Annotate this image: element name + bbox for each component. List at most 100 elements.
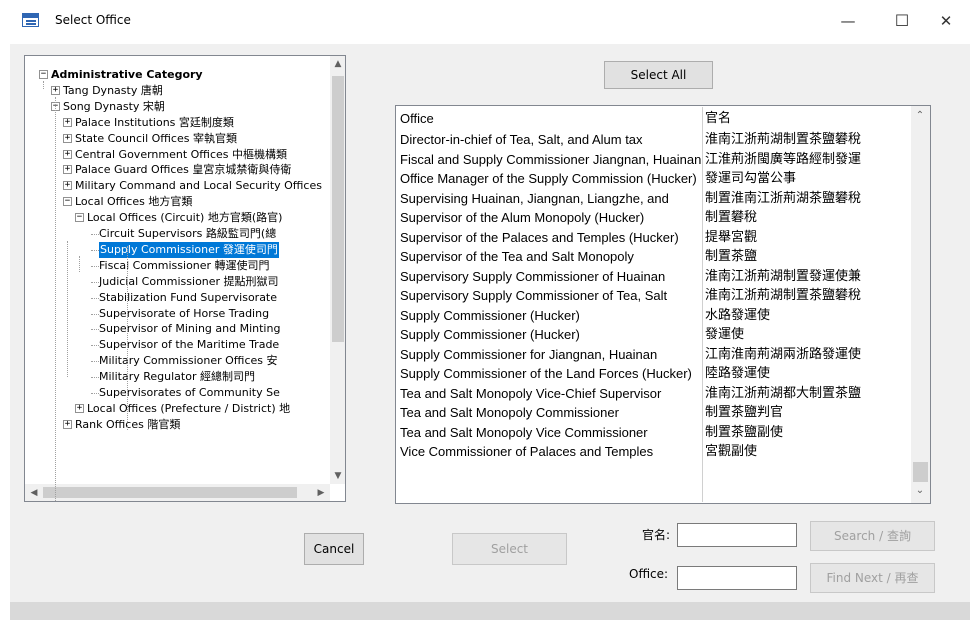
tree-item-label: Local Offices (Prefecture / District) 地 (87, 401, 291, 415)
office-cell: Office Manager of the Supply Commission … (400, 171, 697, 186)
scroll-right-icon[interactable]: ▶ (313, 485, 329, 501)
title-bar: Select Office — ☐ ✕ (0, 0, 970, 44)
list-scroll-thumb[interactable] (913, 462, 928, 482)
office-cell: Supervisor of the Tea and Salt Monopoly (400, 249, 634, 264)
list-row[interactable]: Supply Commissioner (Hucker) 發運使 (400, 325, 910, 344)
column-header-office[interactable]: Office (400, 109, 434, 129)
list-row[interactable]: Supervising Huainan, Jiangnan, Liangzhe,… (400, 189, 910, 208)
tree-item-label: Military Commissioner Offices 安 (99, 354, 278, 368)
guanming-cell: 發運司勾當公事 (705, 171, 797, 186)
window-title: Select Office (55, 13, 131, 27)
guanming-cell: 發運使 (705, 327, 745, 342)
scroll-down-icon[interactable]: ▼ (330, 468, 345, 484)
expand-icon[interactable]: + (63, 133, 72, 143)
scroll-up-icon[interactable]: ⌃ (912, 108, 928, 124)
office-cell: Supervisory Supply Commissioner of Tea, … (400, 288, 668, 303)
guanming-cell: 水路發運使 (705, 307, 771, 323)
search-button[interactable]: Search / 查詢 (810, 521, 935, 551)
tree-item-label: Fiscal Commissioner 轉運使司門 (99, 258, 270, 272)
tree-item-label: State Council Offices 宰執官類 (75, 131, 237, 145)
maximize-button[interactable]: ☐ (882, 6, 922, 36)
cancel-button[interactable]: Cancel (304, 533, 364, 565)
scroll-up-icon[interactable]: ▲ (330, 56, 345, 72)
list-row[interactable]: Vice Commissioner of Palaces and Temples… (400, 442, 910, 461)
expand-icon[interactable]: + (63, 165, 72, 175)
tree-hscroll-thumb[interactable] (43, 487, 297, 498)
expand-icon[interactable]: + (51, 85, 60, 95)
column-header-guanming[interactable]: 官名 (705, 109, 731, 129)
office-list[interactable]: Office 官名 ⌃ ⌄ Director-in-chief of Tea, … (395, 105, 931, 504)
tree-item-label: Local Offices (Circuit) 地方官類(路官) (87, 211, 283, 225)
guanming-cell: 制置礬稅 (705, 210, 758, 225)
scroll-left-icon[interactable]: ◀ (26, 485, 42, 501)
list-row[interactable]: Tea and Salt Monopoly Vice-Chief Supervi… (400, 384, 910, 403)
guanming-cell: 制置淮南江浙荊湖茶鹽礬稅 (705, 190, 862, 206)
office-cell: Supervisor of the Palaces and Temples (H… (400, 229, 679, 245)
form-icon (22, 13, 39, 27)
list-row[interactable]: Fiscal and Supply Commissioner Jiangnan,… (400, 150, 910, 169)
tree-item-label: Central Government Offices 中樞機構類 (75, 147, 287, 161)
list-row[interactable]: Director-in-chief of Tea, Salt, and Alum… (400, 130, 910, 149)
select-button[interactable]: Select (452, 533, 567, 565)
tree-item-label: Judicial Commissioner 提點刑獄司 (99, 274, 279, 288)
expand-icon[interactable]: + (63, 149, 72, 159)
list-row[interactable]: Supervisory Supply Commissioner of Tea, … (400, 286, 910, 305)
tree-item-label: Military Regulator 經總制司門 (99, 370, 255, 384)
guanming-cell: 淮南江浙荊湖都大制置茶鹽 (705, 385, 862, 401)
find-next-button[interactable]: Find Next / 再查 (810, 563, 935, 593)
office-field[interactable] (677, 566, 797, 590)
list-row[interactable]: Tea and Salt Monopoly Commissioner 制置茶鹽判官 (400, 403, 910, 422)
collapse-icon[interactable]: − (63, 197, 72, 207)
tree-item-label: Administrative Category (51, 68, 203, 81)
tree-scroll-thumb[interactable] (332, 76, 344, 342)
guanming-cell: 江南淮南荊湖兩浙路發運使 (705, 346, 862, 362)
expand-icon[interactable]: + (75, 403, 84, 413)
guanming-cell: 制置茶鹽 (705, 249, 758, 264)
list-row[interactable]: Supply Commissioner of the Land Forces (… (400, 364, 910, 383)
expand-icon[interactable]: + (63, 117, 72, 127)
office-cell: Fiscal and Supply Commissioner Jiangnan,… (400, 151, 702, 167)
category-tree[interactable]: ▲ ▼ ◀ ▶ − Administrative Category + Tang Dy… (24, 55, 346, 502)
minimize-button[interactable]: — (828, 6, 868, 36)
office-cell: Supervisor of the Alum Monopoly (Hucker) (400, 210, 645, 225)
tree-vertical-scrollbar[interactable]: ▲ ▼ (330, 56, 345, 484)
guanming-cell: 淮南江浙荊湖制置發運使兼 (705, 268, 862, 284)
guanming-field[interactable] (677, 523, 797, 547)
tree-item-label: Palace Guard Offices 皇宮京城禁衛與侍衛 (75, 163, 292, 177)
office-cell: Vice Commissioner of Palaces and Temples (400, 444, 654, 459)
tree-item-label: Supervisorate of Horse Trading (99, 306, 270, 320)
list-scrollbar[interactable]: ⌃ ⌄ (911, 106, 930, 503)
list-row[interactable]: Tea and Salt Monopoly Vice Commissioner 制… (400, 423, 910, 442)
office-cell: Supervising Huainan, Jiangnan, Liangzhe,… (400, 190, 669, 206)
status-strip (10, 602, 970, 620)
guanming-cell: 淮南江浙荊湖制置茶鹽礬稅 (705, 132, 862, 147)
list-row[interactable]: Supervisor of the Palaces and Temples (H… (400, 228, 910, 247)
office-cell: Tea and Salt Monopoly Vice Commissioner (400, 424, 648, 440)
guanming-cell: 陸路發運使 (705, 366, 771, 381)
tree-item-label: Circuit Supervisors 路級監司門(總 (99, 227, 277, 240)
scroll-down-icon[interactable]: ⌄ (912, 483, 928, 499)
guanming-cell: 制置茶鹽副使 (705, 424, 784, 440)
tree-horizontal-scrollbar[interactable]: ◀ ▶ (25, 484, 330, 501)
select-all-button[interactable]: Select All (604, 61, 713, 89)
list-row[interactable]: Supervisor of the Alum Monopoly (Hucker)… (400, 208, 910, 227)
list-row[interactable]: Supervisor of the Tea and Salt Monopoly 制… (400, 247, 910, 266)
collapse-icon[interactable]: − (75, 213, 84, 223)
list-row[interactable]: Supply Commissioner (Hucker) 水路發運使 (400, 306, 910, 325)
expand-icon[interactable]: + (63, 419, 72, 429)
tree-item-label: Stabilization Fund Supervisorate (99, 290, 278, 304)
collapse-icon[interactable]: − (39, 70, 48, 79)
tree-item-label: Military Command and Local Security Offi… (75, 179, 322, 193)
list-row[interactable]: Supervisory Supply Commissioner of Huain… (400, 267, 910, 286)
tree-item-label: Song Dynasty 宋朝 (63, 99, 165, 113)
guanming-cell: 江淮荊浙閩廣等路經制發運 (705, 151, 862, 167)
expand-icon[interactable]: + (63, 181, 72, 191)
list-row[interactable]: Office Manager of the Supply Commission … (400, 169, 910, 188)
office-cell: Supply Commissioner for Jiangnan, Huaina… (400, 346, 658, 362)
list-row[interactable]: Supply Commissioner for Jiangnan, Huaina… (400, 345, 910, 364)
close-button[interactable]: ✕ (926, 6, 966, 36)
guanming-cell: 提舉宮觀 (705, 229, 758, 245)
tree-item-label: Local Offices 地方官類 (75, 195, 193, 209)
office-label: Office: (629, 567, 669, 581)
tree-item-label: Supply Commissioner 發運使司門 (99, 241, 279, 258)
